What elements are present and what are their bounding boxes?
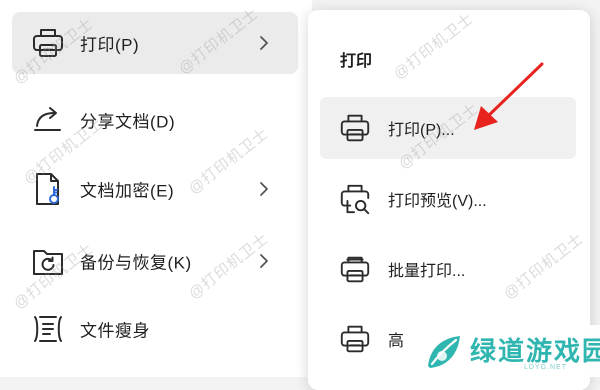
menu-item-backup-restore[interactable]: 备份与恢复(K) [12, 230, 298, 292]
menu-item-print[interactable]: 打印(P) [12, 12, 298, 74]
printer-icon [340, 325, 370, 353]
file-slim-icon [34, 316, 62, 342]
submenu-item-label: 高 [388, 333, 405, 350]
submenu-title: 打印 [340, 53, 373, 70]
red-arrow-icon [474, 62, 544, 130]
menu-item-encrypt-document[interactable]: 文档加密(E) [12, 158, 298, 220]
menu-item-label: 打印(P) [80, 35, 140, 55]
site-logo: 绿道游戏园 LDYG.NET [412, 325, 600, 377]
menu-item-label: 备份与恢复(K) [80, 253, 192, 273]
printer-icon [33, 29, 63, 57]
logo-subtext: LDYG.NET [524, 364, 568, 371]
lock-document-icon [36, 173, 59, 205]
logo-text: 绿道游戏园 [470, 336, 600, 366]
submenu-item-label: 打印(P)... [388, 122, 455, 139]
menu-item-label: 文档加密(E) [80, 181, 175, 201]
file-menu: 打印(P) 分享文档(D) 文档加密(E) 备份与恢复(K) 文件瘦身 [0, 0, 312, 377]
submenu-item-label: 批量打印... [388, 263, 466, 280]
print-preview-icon [340, 184, 370, 215]
share-icon [34, 107, 61, 131]
printer-icon [340, 114, 370, 142]
menu-item-share-document[interactable]: 分享文档(D) [12, 89, 298, 151]
submenu-item-print-preview[interactable]: 打印预览(V)... [320, 168, 576, 230]
backup-restore-icon [33, 250, 63, 275]
submenu-item-label: 打印预览(V)... [388, 193, 487, 210]
chevron-right-icon [260, 182, 268, 196]
menu-item-label: 文件瘦身 [80, 321, 150, 341]
leaf-logo-icon [428, 336, 460, 368]
chevron-right-icon [260, 36, 268, 50]
chevron-right-icon [260, 254, 268, 268]
menu-item-file-slim[interactable]: 文件瘦身 [12, 298, 298, 360]
batch-print-icon [340, 256, 370, 283]
submenu-item-batch-print[interactable]: 批量打印... [320, 238, 576, 300]
menu-item-label: 分享文档(D) [80, 112, 176, 132]
